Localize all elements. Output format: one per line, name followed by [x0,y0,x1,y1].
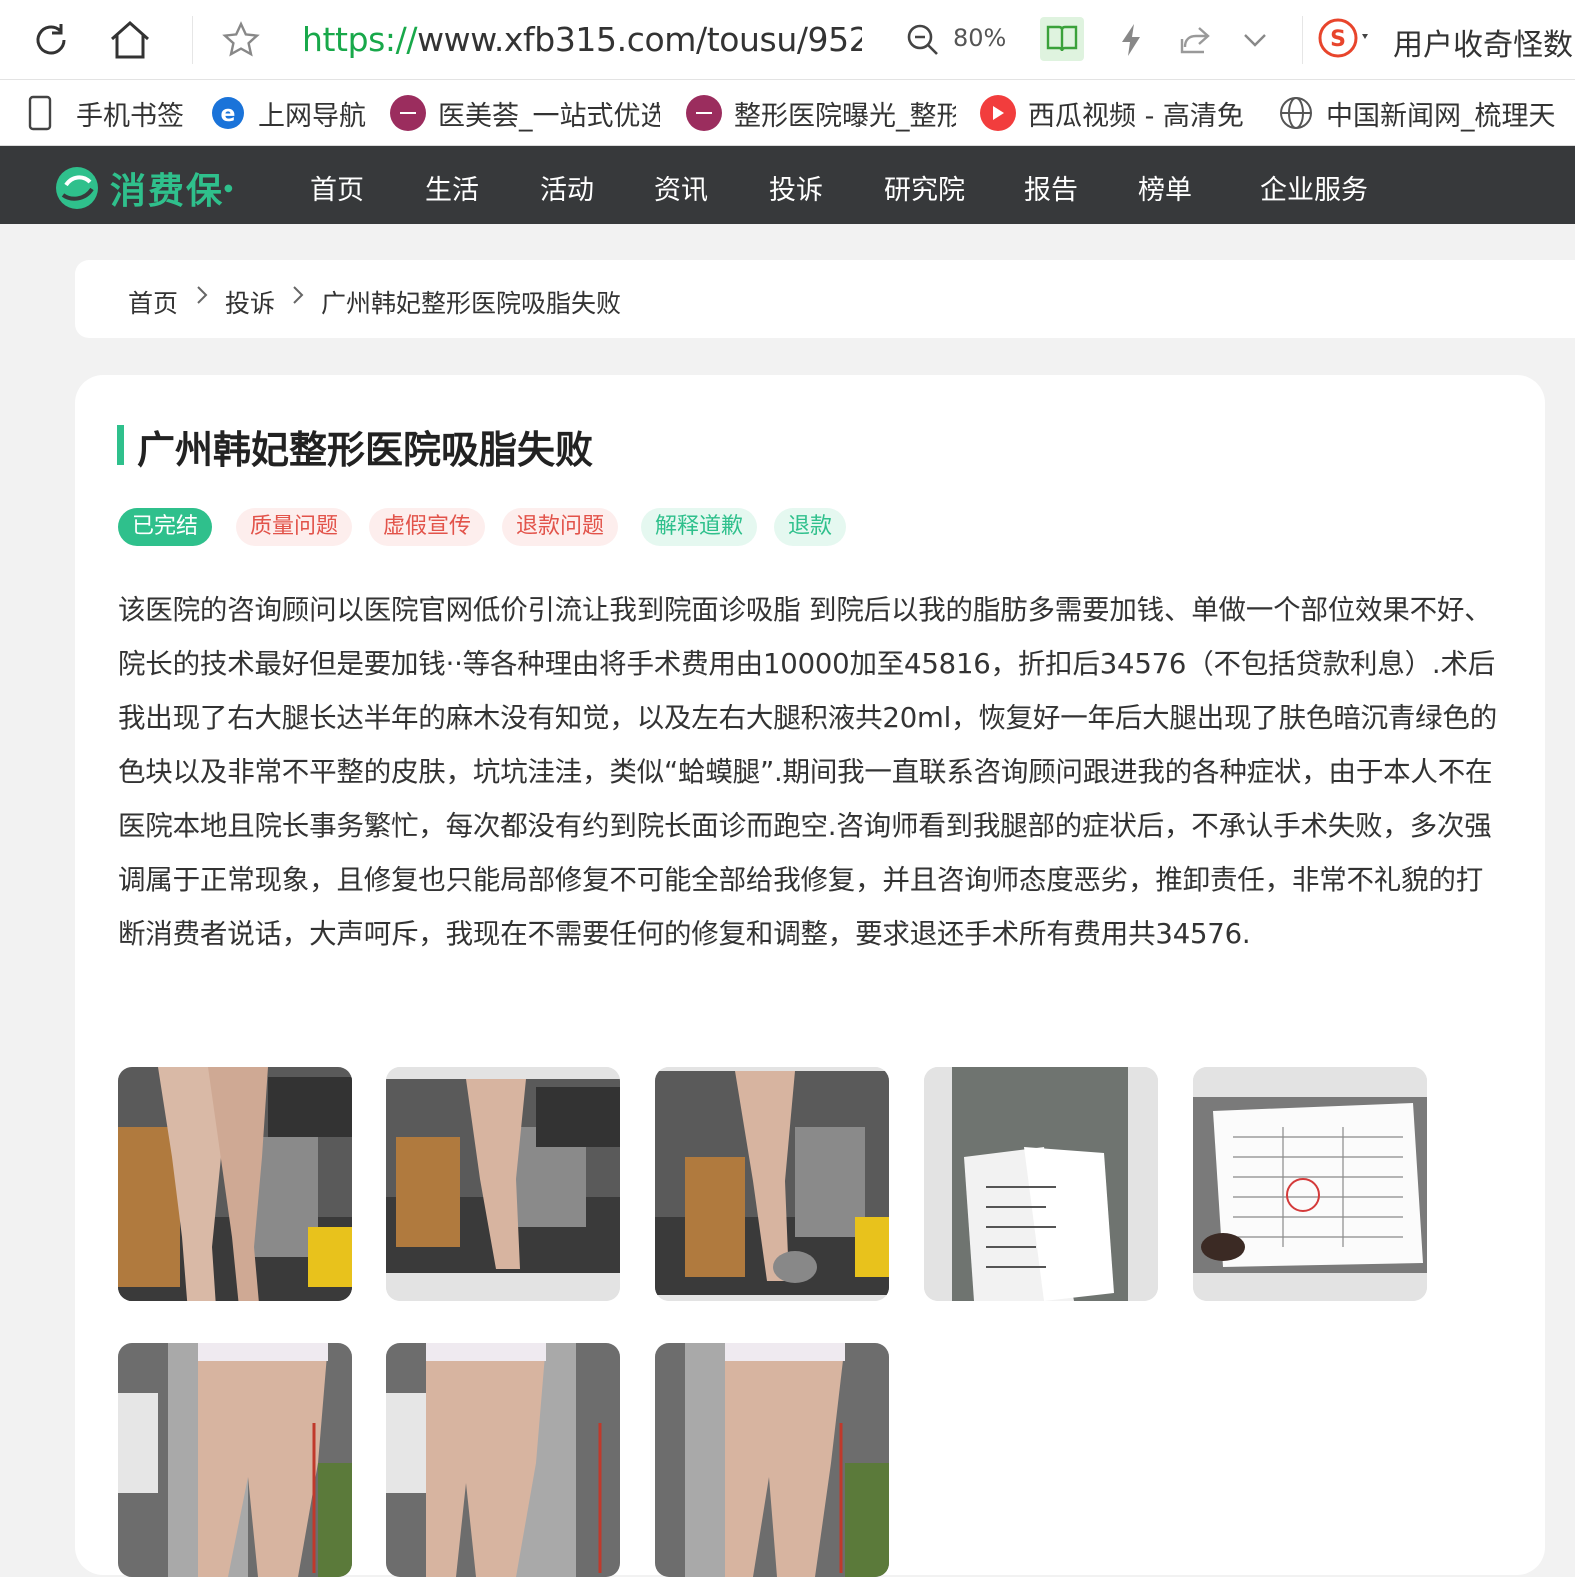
nav-reports[interactable]: 报告 [1024,168,1078,207]
legs-photo-icon [386,1343,620,1577]
logo-text: 消费保 [110,171,225,212]
registered-mark-icon: ● [224,182,233,194]
toolbar-divider [192,16,193,64]
document-photo-icon [924,1067,1158,1301]
demand-tag[interactable]: 退款 [774,508,847,546]
search-suggestion[interactable]: 用户收奇怪数 [1393,20,1573,64]
breadcrumb-current: 广州韩妃整形医院吸脂失败 [321,289,622,318]
reader-mode-icon[interactable] [1040,17,1084,61]
toolbar-divider [1302,16,1303,64]
chevron-right-icon [195,284,209,312]
ie-icon: e [210,95,246,131]
complaint-card: 广州韩妃整形医院吸脂失败 已完结 质量问题 虚假宣传 退款问题 解释道歉 退款 … [75,375,1545,1577]
evidence-photo[interactable] [924,1067,1158,1301]
nav-research[interactable]: 研究院 [884,168,965,207]
bookmark-label: 中国新闻网_梳理天 [1326,100,1556,132]
bookmarks-bar: 手机书签 e 上网导航 医美荟_一站式优选 整形医院曝光_整形 西瓜视频 - 高… [0,80,1575,146]
legs-photo-icon [118,1343,352,1577]
bookmark-label: 西瓜视频 - 高清免 [1028,100,1244,132]
breadcrumb-home[interactable]: 首页 [128,284,178,320]
url-path: www.xfb315.com/tousu/95275 [417,20,862,59]
issue-tag[interactable]: 退款问题 [502,508,619,546]
chevron-down-icon[interactable] [1230,14,1280,66]
title-accent-bar [117,425,124,465]
nav-complaints[interactable]: 投诉 [769,168,823,207]
legs-photo-icon [655,1343,889,1577]
bookmark-label: 医美荟_一站式优选 [438,100,660,132]
lightning-icon[interactable] [1106,14,1156,66]
evidence-photo[interactable] [386,1343,620,1577]
xigua-icon [980,95,1016,131]
bookmark-item[interactable]: 西瓜视频 - 高清免 [980,92,1250,134]
svg-text:S: S [1330,27,1346,52]
nav-enterprise[interactable]: 企业服务 [1260,168,1368,207]
issue-tag[interactable]: 质量问题 [236,508,353,546]
evidence-photo[interactable] [655,1067,889,1301]
home-icon[interactable] [105,14,155,66]
sogou-search-icon[interactable]: S [1318,18,1368,58]
nav-rankings[interactable]: 榜单 [1138,168,1192,207]
nav-home[interactable]: 首页 [310,168,364,207]
bookmark-label: 上网导航 [258,100,366,132]
chevron-right-icon [291,284,305,312]
url-scheme: https:// [302,20,418,59]
svg-text:e: e [221,102,236,127]
globe-icon [1278,95,1314,131]
nav-life[interactable]: 生活 [425,168,479,207]
document-photo-icon [1193,1067,1427,1301]
nav-activity[interactable]: 活动 [540,168,594,207]
star-icon[interactable] [216,14,266,66]
site-navbar: 消费保 ● 首页 生活 活动 资讯 投诉 研究院 报告 榜单 企业服务 [0,146,1575,224]
zoom-out-icon[interactable] [898,14,948,66]
site-logo[interactable]: 消费保 ● [54,162,233,214]
evidence-photo[interactable] [1193,1067,1427,1301]
yimeihui-icon [390,95,426,131]
demand-tag[interactable]: 解释道歉 [641,508,758,546]
evidence-photo[interactable] [118,1067,352,1301]
status-badge: 已完结 [118,508,213,546]
zoom-level[interactable]: 80% [953,24,1006,52]
evidence-photo[interactable] [386,1067,620,1301]
issue-tag[interactable]: 虚假宣传 [369,508,486,546]
bookmark-item[interactable]: 整形医院曝光_整形 [686,92,956,134]
complaint-body: 该医院的咨询顾问以医院官网低价引流让我到院面诊吸脂 到院后以我的脂肪多需要加钱、… [118,594,1498,950]
evidence-photo[interactable] [655,1343,889,1577]
address-bar[interactable]: https://www.xfb315.com/tousu/95275 [302,18,862,62]
phone-icon [26,95,54,131]
logo-icon [56,167,98,209]
bookmark-item[interactable]: 医美荟_一站式优选 [390,92,660,134]
evidence-photo[interactable] [118,1343,352,1577]
bookmark-label: 整形医院曝光_整形 [734,100,956,132]
legs-photo-icon [118,1067,352,1301]
legs-photo-icon [655,1067,889,1301]
nav-news[interactable]: 资讯 [654,168,708,207]
share-icon[interactable] [1170,14,1220,66]
yimeihui-icon [686,95,722,131]
breadcrumb: 首页 投诉 广州韩妃整形医院吸脂失败 [75,260,1575,338]
complaint-title: 广州韩妃整形医院吸脂失败 [137,428,594,472]
bookmark-label: 手机书签 [76,100,184,132]
bookmark-item[interactable]: e 上网导航 [210,92,366,134]
breadcrumb-complaints[interactable]: 投诉 [225,284,275,320]
browser-toolbar: https://www.xfb315.com/tousu/95275 80% S… [0,0,1575,80]
bookmark-item[interactable]: 中国新闻网_梳理天 [1278,92,1575,134]
refresh-icon[interactable] [26,14,76,66]
bookmark-item[interactable]: 手机书签 [26,92,184,134]
legs-photo-icon [386,1067,620,1301]
